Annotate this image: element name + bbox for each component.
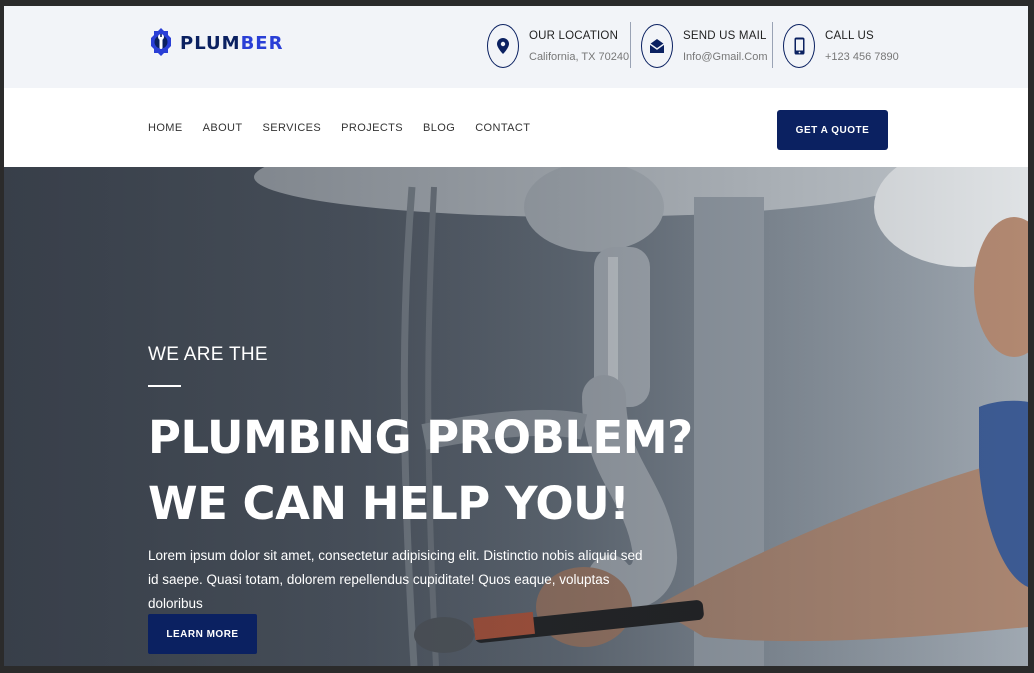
contact-phone-detail[interactable]: +123 456 7890 <box>825 51 899 63</box>
phone-icon <box>783 24 815 68</box>
nav-item-blog[interactable]: BLOG <box>423 122 455 134</box>
mail-icon <box>641 24 673 68</box>
top-info-bar: PLUMBER OUR LOCATION California, TX 7024… <box>4 6 1028 88</box>
nav-item-about[interactable]: ABOUT <box>203 122 243 134</box>
contact-mail: SEND US MAIL Info@Gmail.Com <box>641 24 768 68</box>
hero-headline-line-2: WE CAN HELP YOU! <box>148 477 630 530</box>
contact-phone: CALL US +123 456 7890 <box>783 24 899 68</box>
hero-title-underline <box>148 385 181 387</box>
browser-viewport: PLUMBER OUR LOCATION California, TX 7024… <box>4 6 1028 666</box>
divider <box>772 22 773 68</box>
hero-section: WE ARE THE PLUMBING PROBLEM? WE CAN HELP… <box>4 167 1028 666</box>
contact-phone-title: CALL US <box>825 29 874 42</box>
contact-mail-title: SEND US MAIL <box>683 29 767 42</box>
gear-wrench-logo-icon <box>151 28 171 56</box>
hero-description: Lorem ipsum dolor sit amet, consectetur … <box>148 548 643 611</box>
get-a-quote-button[interactable]: GET A QUOTE <box>777 110 888 150</box>
contact-location: OUR LOCATION California, TX 70240 <box>487 24 629 68</box>
nav-item-services[interactable]: SERVICES <box>263 122 322 134</box>
logo-text: PLUMBER <box>180 32 284 54</box>
nav-item-projects[interactable]: PROJECTS <box>341 122 403 134</box>
divider <box>630 22 631 68</box>
learn-more-button[interactable]: LEARN MORE <box>148 614 257 654</box>
hero-pre-title: WE ARE THE <box>148 344 268 365</box>
main-navbar: HOME ABOUT SERVICES PROJECTS BLOG CONTAC… <box>4 88 1028 167</box>
site-logo[interactable]: PLUMBER <box>148 27 283 59</box>
nav-item-home[interactable]: HOME <box>148 122 183 134</box>
contact-location-title: OUR LOCATION <box>529 29 619 42</box>
hero-headline: PLUMBING PROBLEM? WE CAN HELP YOU! <box>148 405 708 537</box>
contact-mail-detail[interactable]: Info@Gmail.Com <box>683 51 768 63</box>
nav-item-contact[interactable]: CONTACT <box>475 122 530 134</box>
location-pin-icon <box>487 24 519 68</box>
main-nav: HOME ABOUT SERVICES PROJECTS BLOG CONTAC… <box>148 122 550 134</box>
contact-location-detail: California, TX 70240 <box>529 50 630 63</box>
hero-headline-line-1: PLUMBING PROBLEM? <box>148 411 693 464</box>
